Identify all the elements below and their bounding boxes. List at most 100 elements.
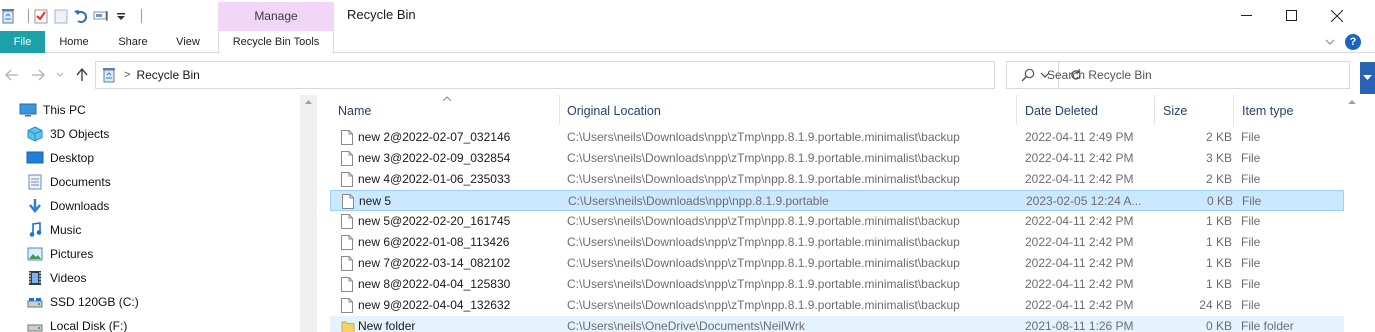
desktop-icon <box>26 150 44 166</box>
quick-access-toolbar <box>0 6 142 26</box>
nav-item-videos[interactable]: Videos <box>26 267 86 289</box>
file-icon <box>341 130 353 145</box>
nav-item-local-disk-f[interactable]: Local Disk (F:) <box>26 315 127 332</box>
recycle-bin-icon[interactable] <box>0 8 16 24</box>
file-row[interactable]: new 3@2022-02-09_032854 C:\Users\neils\Do… <box>330 148 1344 169</box>
recent-locations-button[interactable] <box>50 65 70 85</box>
date-deleted: 2022-04-11 2:42 PM <box>1025 172 1134 186</box>
original-location: C:\Users\neils\Downloads\npp\zTmp\npp.8.… <box>567 172 960 186</box>
forward-button[interactable] <box>28 65 48 85</box>
nav-item-3d-objects[interactable]: 3D Objects <box>26 123 109 145</box>
nav-item-label: SSD 120GB (C:) <box>50 295 139 309</box>
file-row[interactable]: new 9@2022-04-04_132632 C:\Users\neils\Do… <box>330 295 1344 316</box>
undo-icon[interactable] <box>73 8 89 24</box>
date-deleted: 2022-04-11 2:49 PM <box>1025 130 1134 144</box>
navigation-scrollbar[interactable] <box>300 95 317 332</box>
scroll-up-arrow-icon[interactable] <box>300 95 317 109</box>
expand-ribbon-chevron-icon[interactable] <box>1325 38 1335 46</box>
item-type: File <box>1241 172 1261 186</box>
file-icon <box>341 277 353 292</box>
breadcrumb-separator[interactable]: > <box>124 69 130 81</box>
file-size: 0 KB <box>1205 319 1232 332</box>
file-icon <box>341 151 353 166</box>
file-row[interactable]: new 6@2022-01-08_113426 C:\Users\neils\Do… <box>330 232 1344 253</box>
address-row: > Recycle Bin Search Recycle Bin <box>0 57 1375 93</box>
item-type: File <box>1241 214 1261 228</box>
file-row[interactable]: new 4@2022-01-06_235033 C:\Users\neils\Do… <box>330 169 1344 190</box>
folder-icon <box>341 319 355 332</box>
file-row[interactable]: new 5@2022-02-20_161745 C:\Users\neils\Do… <box>330 211 1344 232</box>
item-type: File <box>1241 235 1261 249</box>
nav-item-this-pc[interactable]: This PC <box>19 99 86 121</box>
address-bar[interactable]: > Recycle Bin <box>95 61 1081 89</box>
file-list-scrollbar[interactable] <box>1344 95 1360 332</box>
breadcrumb[interactable]: Recycle Bin <box>136 68 199 82</box>
column-header-name[interactable]: Name <box>330 95 560 125</box>
item-type: File <box>1242 194 1262 208</box>
documents-icon <box>26 174 44 190</box>
column-header-item-type[interactable]: Item type <box>1234 95 1344 125</box>
file-name: new 4@2022-01-06_235033 <box>358 172 511 186</box>
help-icon[interactable]: ? <box>1345 34 1361 50</box>
nav-item-label: 3D Objects <box>50 127 110 141</box>
rename-icon[interactable] <box>93 8 109 24</box>
maximize-button[interactable] <box>1268 0 1314 31</box>
column-header-original-location[interactable]: Original Location <box>559 95 1017 125</box>
back-button[interactable] <box>2 65 22 85</box>
original-location: C:\Users\neils\Downloads\npp\zTmp\npp.8.… <box>567 235 960 249</box>
up-button[interactable] <box>72 65 92 85</box>
maximize-icon <box>1285 10 1297 21</box>
file-name: new 9@2022-04-04_132632 <box>358 298 511 312</box>
side-panel-toggle[interactable] <box>1360 62 1375 94</box>
date-deleted: 2022-04-11 2:42 PM <box>1025 151 1134 165</box>
tab-home[interactable]: Home <box>49 31 99 53</box>
file-row[interactable]: new 8@2022-04-04_125830 C:\Users\neils\Do… <box>330 274 1344 295</box>
item-type: File <box>1241 151 1261 165</box>
minimize-button[interactable] <box>1223 0 1269 31</box>
properties-check-icon[interactable] <box>33 8 49 24</box>
nav-item-label: Music <box>50 223 82 237</box>
file-name: new 5 <box>359 194 392 208</box>
scroll-up-arrow-icon[interactable] <box>1344 95 1360 109</box>
tab-file[interactable]: File <box>0 31 45 53</box>
customize-chevron-icon[interactable] <box>113 8 129 24</box>
column-header-date-deleted[interactable]: Date Deleted <box>1017 95 1155 125</box>
chevron-down-icon <box>1363 75 1372 80</box>
item-type: File <box>1241 256 1261 270</box>
search-input[interactable]: Search Recycle Bin <box>1006 61 1350 89</box>
ribbon-right-controls: ? <box>1325 34 1361 50</box>
file-name: new 2@2022-02-07_032146 <box>358 130 511 144</box>
nav-item-label: Videos <box>50 271 87 285</box>
tab-view[interactable]: View <box>165 31 211 53</box>
recycle-bin-icon <box>103 68 115 83</box>
nav-item-desktop[interactable]: Desktop <box>26 147 94 169</box>
nav-item-label: Documents <box>50 175 111 189</box>
up-arrow-icon <box>76 68 88 81</box>
nav-item-downloads[interactable]: Downloads <box>26 195 109 217</box>
file-row[interactable]: new 7@2022-03-14_082102 C:\Users\neils\Do… <box>330 253 1344 274</box>
new-folder-icon[interactable] <box>53 8 69 24</box>
item-type: File <box>1241 277 1261 291</box>
item-type: File <box>1241 298 1261 312</box>
manage-tab[interactable]: Manage <box>218 2 334 31</box>
file-row[interactable]: New folder C:\Users\neils\OneDrive\Docume… <box>330 316 1344 332</box>
tab-recycle-bin-tools[interactable]: Recycle Bin Tools <box>218 31 334 54</box>
nav-item-label: Desktop <box>50 151 95 165</box>
file-row[interactable]: new 2@2022-02-07_032146 C:\Users\neils\Do… <box>330 127 1344 148</box>
item-type: File <box>1241 130 1261 144</box>
file-size: 0 KB <box>1206 194 1233 208</box>
nav-item-documents[interactable]: Documents <box>26 171 111 193</box>
minimize-icon <box>1240 15 1252 16</box>
tab-share[interactable]: Share <box>108 31 158 53</box>
nav-item-label: Downloads <box>50 199 110 213</box>
file-row[interactable]: new 5 C:\Users\neils\Downloads\npp\npp.8.… <box>330 190 1344 211</box>
nav-item-label: This PC <box>43 103 86 117</box>
column-header-size[interactable]: Size <box>1155 95 1234 125</box>
original-location: C:\Users\neils\Downloads\npp\zTmp\npp.8.… <box>567 151 960 165</box>
file-size: 3 KB <box>1205 151 1232 165</box>
nav-item-pictures[interactable]: Pictures <box>26 243 93 265</box>
close-button[interactable] <box>1314 0 1360 31</box>
nav-item-music[interactable]: Music <box>26 219 81 241</box>
nav-item-ssd-c[interactable]: SSD 120GB (C:) <box>26 291 139 313</box>
ribbon-tabs: File Home Share View Recycle Bin Tools ? <box>0 31 1375 54</box>
